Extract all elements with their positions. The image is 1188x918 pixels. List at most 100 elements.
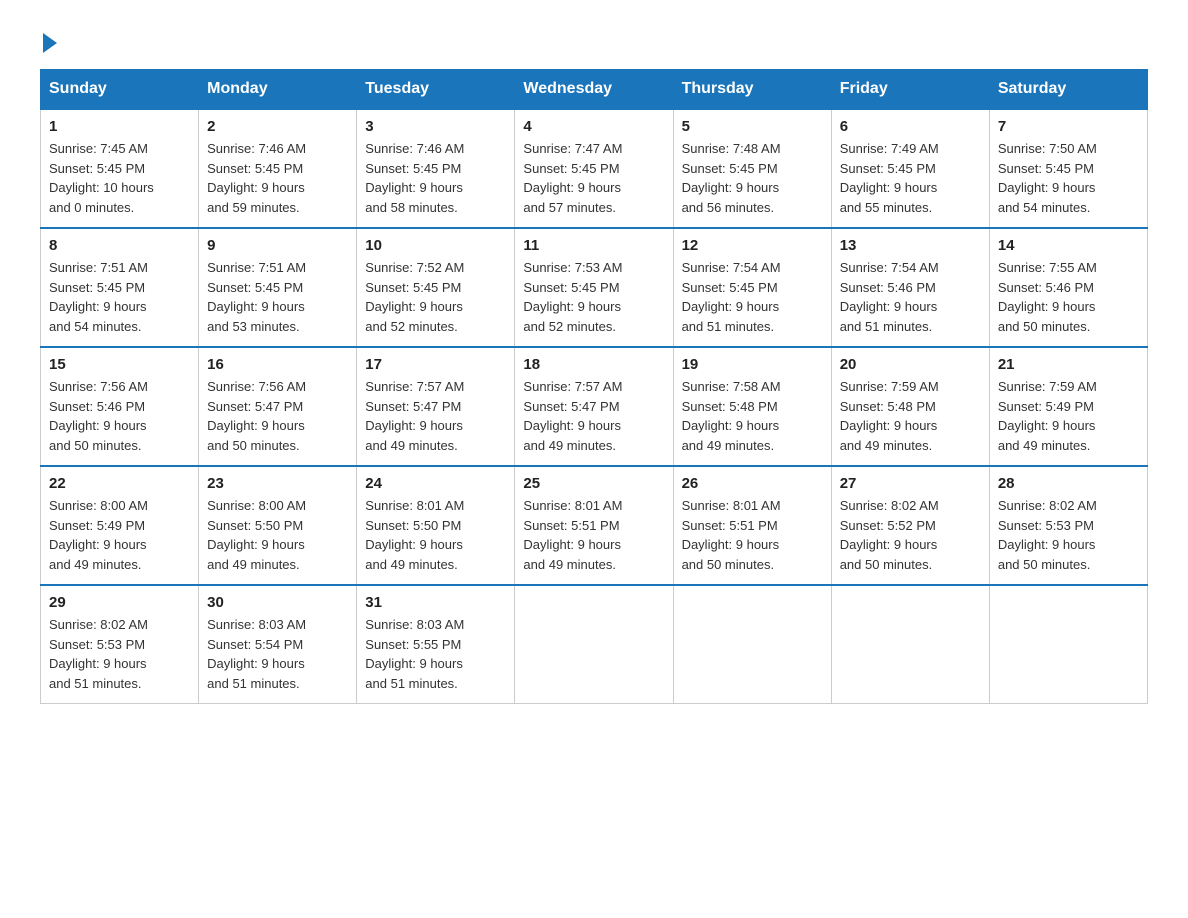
- day-info: Sunrise: 8:02 AM Sunset: 5:52 PM Dayligh…: [840, 496, 981, 574]
- calendar-cell: 31 Sunrise: 8:03 AM Sunset: 5:55 PM Dayl…: [357, 585, 515, 704]
- calendar-cell: [831, 585, 989, 704]
- calendar-cell: 17 Sunrise: 7:57 AM Sunset: 5:47 PM Dayl…: [357, 347, 515, 466]
- day-number: 24: [365, 475, 506, 492]
- day-number: 3: [365, 118, 506, 135]
- day-number: 21: [998, 356, 1139, 373]
- day-info: Sunrise: 8:02 AM Sunset: 5:53 PM Dayligh…: [49, 615, 190, 693]
- day-info: Sunrise: 8:03 AM Sunset: 5:55 PM Dayligh…: [365, 615, 506, 693]
- day-info: Sunrise: 7:55 AM Sunset: 5:46 PM Dayligh…: [998, 258, 1139, 336]
- day-number: 27: [840, 475, 981, 492]
- day-number: 11: [523, 237, 664, 254]
- calendar-cell: 29 Sunrise: 8:02 AM Sunset: 5:53 PM Dayl…: [41, 585, 199, 704]
- day-info: Sunrise: 7:59 AM Sunset: 5:49 PM Dayligh…: [998, 377, 1139, 455]
- weekday-header-monday: Monday: [199, 70, 357, 110]
- day-info: Sunrise: 7:58 AM Sunset: 5:48 PM Dayligh…: [682, 377, 823, 455]
- week-row-2: 8 Sunrise: 7:51 AM Sunset: 5:45 PM Dayli…: [41, 228, 1148, 347]
- day-number: 4: [523, 118, 664, 135]
- day-number: 1: [49, 118, 190, 135]
- logo: [40, 30, 57, 49]
- calendar-cell: 7 Sunrise: 7:50 AM Sunset: 5:45 PM Dayli…: [989, 109, 1147, 228]
- calendar-cell: 16 Sunrise: 7:56 AM Sunset: 5:47 PM Dayl…: [199, 347, 357, 466]
- day-info: Sunrise: 7:57 AM Sunset: 5:47 PM Dayligh…: [365, 377, 506, 455]
- day-number: 10: [365, 237, 506, 254]
- calendar-cell: 26 Sunrise: 8:01 AM Sunset: 5:51 PM Dayl…: [673, 466, 831, 585]
- calendar-cell: 4 Sunrise: 7:47 AM Sunset: 5:45 PM Dayli…: [515, 109, 673, 228]
- calendar-cell: 3 Sunrise: 7:46 AM Sunset: 5:45 PM Dayli…: [357, 109, 515, 228]
- day-number: 29: [49, 594, 190, 611]
- day-info: Sunrise: 7:51 AM Sunset: 5:45 PM Dayligh…: [49, 258, 190, 336]
- day-info: Sunrise: 7:56 AM Sunset: 5:46 PM Dayligh…: [49, 377, 190, 455]
- week-row-3: 15 Sunrise: 7:56 AM Sunset: 5:46 PM Dayl…: [41, 347, 1148, 466]
- day-number: 15: [49, 356, 190, 373]
- day-info: Sunrise: 8:01 AM Sunset: 5:50 PM Dayligh…: [365, 496, 506, 574]
- page-header: [40, 30, 1148, 49]
- logo-arrow-icon: [43, 33, 57, 53]
- day-info: Sunrise: 7:54 AM Sunset: 5:46 PM Dayligh…: [840, 258, 981, 336]
- calendar-cell: 9 Sunrise: 7:51 AM Sunset: 5:45 PM Dayli…: [199, 228, 357, 347]
- day-info: Sunrise: 7:56 AM Sunset: 5:47 PM Dayligh…: [207, 377, 348, 455]
- weekday-header-tuesday: Tuesday: [357, 70, 515, 110]
- day-number: 17: [365, 356, 506, 373]
- day-info: Sunrise: 7:45 AM Sunset: 5:45 PM Dayligh…: [49, 139, 190, 217]
- day-info: Sunrise: 7:51 AM Sunset: 5:45 PM Dayligh…: [207, 258, 348, 336]
- day-number: 23: [207, 475, 348, 492]
- calendar-cell: 13 Sunrise: 7:54 AM Sunset: 5:46 PM Dayl…: [831, 228, 989, 347]
- day-number: 31: [365, 594, 506, 611]
- day-info: Sunrise: 8:00 AM Sunset: 5:49 PM Dayligh…: [49, 496, 190, 574]
- calendar-cell: 30 Sunrise: 8:03 AM Sunset: 5:54 PM Dayl…: [199, 585, 357, 704]
- calendar-table: SundayMondayTuesdayWednesdayThursdayFrid…: [40, 69, 1148, 704]
- day-info: Sunrise: 7:54 AM Sunset: 5:45 PM Dayligh…: [682, 258, 823, 336]
- calendar-cell: 20 Sunrise: 7:59 AM Sunset: 5:48 PM Dayl…: [831, 347, 989, 466]
- calendar-cell: 6 Sunrise: 7:49 AM Sunset: 5:45 PM Dayli…: [831, 109, 989, 228]
- week-row-1: 1 Sunrise: 7:45 AM Sunset: 5:45 PM Dayli…: [41, 109, 1148, 228]
- day-number: 18: [523, 356, 664, 373]
- day-info: Sunrise: 7:49 AM Sunset: 5:45 PM Dayligh…: [840, 139, 981, 217]
- calendar-cell: 23 Sunrise: 8:00 AM Sunset: 5:50 PM Dayl…: [199, 466, 357, 585]
- calendar-cell: 21 Sunrise: 7:59 AM Sunset: 5:49 PM Dayl…: [989, 347, 1147, 466]
- weekday-header-row: SundayMondayTuesdayWednesdayThursdayFrid…: [41, 70, 1148, 110]
- weekday-header-wednesday: Wednesday: [515, 70, 673, 110]
- day-info: Sunrise: 7:47 AM Sunset: 5:45 PM Dayligh…: [523, 139, 664, 217]
- day-info: Sunrise: 7:50 AM Sunset: 5:45 PM Dayligh…: [998, 139, 1139, 217]
- calendar-cell: 5 Sunrise: 7:48 AM Sunset: 5:45 PM Dayli…: [673, 109, 831, 228]
- day-number: 30: [207, 594, 348, 611]
- calendar-cell: 15 Sunrise: 7:56 AM Sunset: 5:46 PM Dayl…: [41, 347, 199, 466]
- day-info: Sunrise: 7:46 AM Sunset: 5:45 PM Dayligh…: [207, 139, 348, 217]
- calendar-cell: 28 Sunrise: 8:02 AM Sunset: 5:53 PM Dayl…: [989, 466, 1147, 585]
- calendar-cell: [673, 585, 831, 704]
- day-number: 28: [998, 475, 1139, 492]
- calendar-cell: 11 Sunrise: 7:53 AM Sunset: 5:45 PM Dayl…: [515, 228, 673, 347]
- calendar-cell: [515, 585, 673, 704]
- calendar-cell: 12 Sunrise: 7:54 AM Sunset: 5:45 PM Dayl…: [673, 228, 831, 347]
- day-info: Sunrise: 7:57 AM Sunset: 5:47 PM Dayligh…: [523, 377, 664, 455]
- day-info: Sunrise: 8:01 AM Sunset: 5:51 PM Dayligh…: [523, 496, 664, 574]
- day-info: Sunrise: 7:52 AM Sunset: 5:45 PM Dayligh…: [365, 258, 506, 336]
- day-info: Sunrise: 7:59 AM Sunset: 5:48 PM Dayligh…: [840, 377, 981, 455]
- week-row-5: 29 Sunrise: 8:02 AM Sunset: 5:53 PM Dayl…: [41, 585, 1148, 704]
- day-number: 5: [682, 118, 823, 135]
- day-number: 20: [840, 356, 981, 373]
- day-info: Sunrise: 8:03 AM Sunset: 5:54 PM Dayligh…: [207, 615, 348, 693]
- weekday-header-sunday: Sunday: [41, 70, 199, 110]
- day-info: Sunrise: 8:02 AM Sunset: 5:53 PM Dayligh…: [998, 496, 1139, 574]
- day-number: 19: [682, 356, 823, 373]
- day-number: 16: [207, 356, 348, 373]
- calendar-cell: 10 Sunrise: 7:52 AM Sunset: 5:45 PM Dayl…: [357, 228, 515, 347]
- calendar-cell: 18 Sunrise: 7:57 AM Sunset: 5:47 PM Dayl…: [515, 347, 673, 466]
- calendar-cell: 2 Sunrise: 7:46 AM Sunset: 5:45 PM Dayli…: [199, 109, 357, 228]
- day-number: 8: [49, 237, 190, 254]
- day-number: 9: [207, 237, 348, 254]
- day-info: Sunrise: 8:01 AM Sunset: 5:51 PM Dayligh…: [682, 496, 823, 574]
- calendar-cell: 1 Sunrise: 7:45 AM Sunset: 5:45 PM Dayli…: [41, 109, 199, 228]
- day-number: 22: [49, 475, 190, 492]
- calendar-cell: [989, 585, 1147, 704]
- day-number: 26: [682, 475, 823, 492]
- day-info: Sunrise: 7:53 AM Sunset: 5:45 PM Dayligh…: [523, 258, 664, 336]
- calendar-cell: 22 Sunrise: 8:00 AM Sunset: 5:49 PM Dayl…: [41, 466, 199, 585]
- day-number: 25: [523, 475, 664, 492]
- calendar-cell: 27 Sunrise: 8:02 AM Sunset: 5:52 PM Dayl…: [831, 466, 989, 585]
- weekday-header-saturday: Saturday: [989, 70, 1147, 110]
- day-number: 6: [840, 118, 981, 135]
- day-number: 14: [998, 237, 1139, 254]
- day-info: Sunrise: 8:00 AM Sunset: 5:50 PM Dayligh…: [207, 496, 348, 574]
